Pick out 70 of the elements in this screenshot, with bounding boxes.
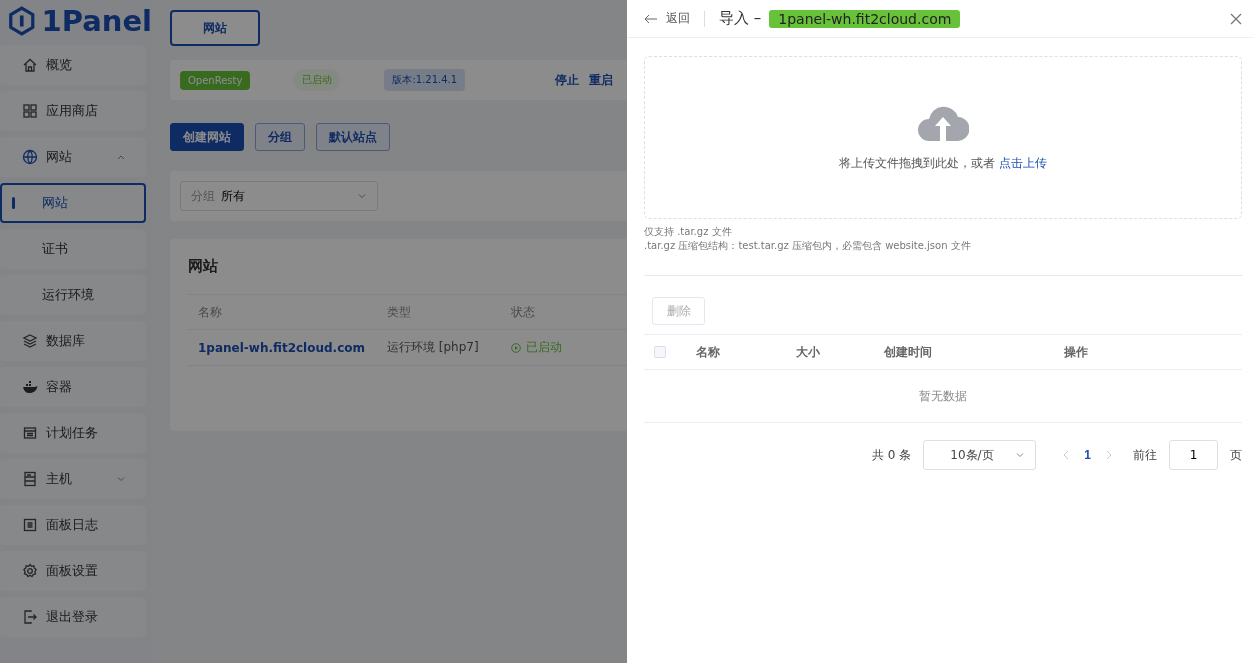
upload-dropzone[interactable]: 将上传文件拖拽到此处，或者 点击上传	[644, 56, 1242, 219]
app-tag: OpenResty	[180, 70, 251, 90]
action-button[interactable]: 分组	[255, 123, 305, 151]
close-icon	[1230, 12, 1242, 25]
total-count: 共 0 条	[872, 446, 912, 464]
close-button[interactable]	[1230, 12, 1242, 25]
sidebar-item[interactable]: 数据库	[0, 321, 146, 361]
arrow-left-icon	[644, 13, 658, 24]
sidebar-item[interactable]: 网站	[0, 137, 146, 177]
column-header: 创建时间	[884, 343, 932, 361]
grid-icon	[22, 103, 38, 119]
sidebar-subitem[interactable]: 证书	[0, 229, 146, 269]
calendar-icon	[22, 425, 38, 441]
status-tag: 已启动	[294, 69, 341, 91]
table-cell-text: 运行环境 [php7]	[387, 339, 480, 356]
action-link[interactable]: 停止	[555, 71, 580, 89]
prev-page-icon[interactable]	[1062, 450, 1071, 460]
goto-page-input[interactable]: 1	[1169, 440, 1218, 470]
logo-text: 1Panel	[41, 4, 152, 38]
column-header: 操作	[1064, 343, 1088, 361]
empty-text: 暂无数据	[919, 387, 967, 405]
sidebar-item[interactable]: 面板设置	[0, 551, 146, 591]
card-title: 网站	[188, 257, 219, 276]
action-button[interactable]: 创建网站	[170, 123, 244, 151]
hint-text: 仅支持 .tar.gz 文件	[644, 225, 733, 239]
next-page-icon[interactable]	[1105, 450, 1113, 460]
column-header: 类型	[387, 303, 411, 321]
page-size-select[interactable]: 10条/页	[923, 440, 1037, 470]
column-header: 大小	[796, 343, 820, 361]
logo-icon	[8, 5, 36, 37]
page-number[interactable]: 1	[1078, 448, 1097, 462]
site-tag: 1panel-wh.fit2cloud.com	[769, 9, 961, 28]
chevron-icon	[116, 474, 126, 484]
logout-icon	[22, 609, 38, 625]
selection-bar	[12, 197, 15, 209]
play-icon	[511, 342, 521, 353]
sidebar-item[interactable]: 计划任务	[0, 413, 146, 453]
back-button[interactable]: 返回	[644, 10, 690, 27]
website-tab[interactable]: 网站	[170, 10, 260, 46]
chevron-icon	[357, 191, 367, 201]
drawer-title: 导入 –	[719, 9, 762, 28]
column-header: 名称	[198, 303, 222, 321]
status-text: 已启动	[526, 339, 562, 356]
action-link[interactable]: 重启	[589, 71, 614, 89]
site-link[interactable]: 1panel-wh.fit2cloud.com	[198, 340, 387, 355]
page-unit: 页	[1230, 446, 1242, 464]
globe-icon	[22, 149, 38, 165]
sidebar-item[interactable]: 概览	[0, 45, 146, 85]
sidebar-item[interactable]: 退出登录	[0, 597, 146, 637]
upload-link[interactable]: 点击上传	[998, 156, 1047, 170]
sidebar-item[interactable]: 应用商店	[0, 91, 146, 131]
sidebar-item[interactable]: 容器	[0, 367, 146, 407]
goto-label: 前往	[1133, 446, 1157, 464]
sidebar-item[interactable]: 面板日志	[0, 505, 146, 545]
sidebar-item[interactable]: 主机	[0, 459, 146, 499]
layers-icon	[22, 333, 38, 349]
version-tag: 版本:1.21.4.1	[384, 69, 466, 91]
sidebar-subitem[interactable]: 运行环境	[0, 275, 146, 315]
server-icon	[22, 471, 38, 487]
select-all-checkbox[interactable]	[654, 346, 666, 358]
action-button[interactable]: 默认站点	[316, 123, 390, 151]
upload-text: 将上传文件拖拽到此处，或者 点击上传	[839, 155, 1047, 172]
column-header: 名称	[696, 343, 720, 361]
sidebar-subitem[interactable]: 网站	[0, 183, 146, 223]
hint-text: .tar.gz 压缩包结构：test.tar.gz 压缩包内，必需包含 website.json 文件	[644, 239, 972, 253]
settings-icon	[22, 563, 38, 579]
home-icon	[22, 57, 38, 73]
document-icon	[22, 517, 38, 533]
chevron-icon	[1015, 450, 1026, 460]
column-header: 状态	[511, 303, 535, 321]
